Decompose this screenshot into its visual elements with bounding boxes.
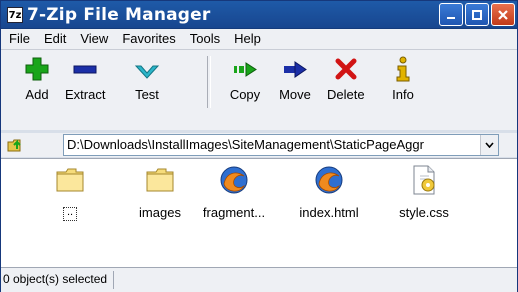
- copy-button[interactable]: Copy: [229, 50, 261, 102]
- close-icon: [498, 9, 508, 20]
- delete-x-icon: [330, 53, 362, 85]
- add-label: Add: [25, 87, 49, 102]
- selection-status: 0 object(s) selected: [3, 272, 108, 286]
- menu-view[interactable]: View: [72, 29, 114, 49]
- extract-button[interactable]: Extract: [65, 50, 105, 102]
- info-button[interactable]: Info: [387, 50, 419, 102]
- file-name: style.css: [399, 205, 449, 220]
- list-item[interactable]: fragment...: [189, 163, 279, 220]
- delete-button[interactable]: Delete: [327, 50, 365, 102]
- maximize-button[interactable]: [465, 3, 489, 26]
- minimize-icon: [447, 16, 455, 19]
- firefox-html-icon: [217, 163, 251, 197]
- menu-tools[interactable]: Tools: [182, 29, 226, 49]
- file-name: fragment...: [202, 205, 266, 220]
- path-input[interactable]: D:\Downloads\InstallImages\SiteManagemen…: [63, 134, 499, 156]
- move-arrow-icon: [279, 53, 311, 85]
- menu-edit[interactable]: Edit: [36, 29, 72, 49]
- window-title: 7-Zip File Manager: [27, 4, 211, 25]
- test-label: Test: [135, 87, 159, 102]
- folder-icon: [53, 163, 87, 197]
- minus-icon: [69, 53, 101, 85]
- chevron-down-icon: [485, 142, 494, 148]
- path-text: D:\Downloads\InstallImages\SiteManagemen…: [67, 137, 424, 152]
- css-file-icon: [407, 163, 441, 197]
- test-button[interactable]: Test: [131, 50, 163, 102]
- copy-label: Copy: [229, 87, 261, 102]
- info-label: Info: [392, 87, 414, 102]
- add-button[interactable]: Add: [21, 50, 53, 102]
- toolbar-separator: [207, 56, 211, 108]
- folder-up-icon[interactable]: [7, 137, 25, 153]
- window-controls: [439, 3, 515, 26]
- extract-label: Extract: [65, 87, 106, 102]
- menu-file[interactable]: File: [1, 29, 36, 49]
- file-name: images: [139, 205, 181, 220]
- copy-arrow-icon: [229, 53, 261, 85]
- firefox-html-icon: [312, 163, 346, 197]
- list-item[interactable]: style.css: [379, 163, 469, 220]
- delete-label: Delete: [327, 87, 365, 102]
- move-label: Move: [279, 87, 311, 102]
- list-item[interactable]: ..: [25, 163, 115, 221]
- menu-bar: File Edit View Favorites Tools Help: [1, 29, 517, 49]
- file-name: ..: [63, 207, 77, 221]
- title-bar[interactable]: 7z 7-Zip File Manager: [1, 1, 517, 29]
- close-button[interactable]: [491, 3, 515, 26]
- toolbar: Add Extract Test Copy Move Delete Info: [1, 49, 517, 130]
- plus-icon: [21, 53, 53, 85]
- folder-icon: [143, 163, 177, 197]
- status-bar: 0 object(s) selected: [1, 267, 517, 292]
- app-icon: 7z: [7, 7, 23, 23]
- maximize-icon: [472, 9, 482, 20]
- list-item[interactable]: index.html: [284, 163, 374, 220]
- file-list: .. images fragment... index.html style.c…: [1, 158, 517, 267]
- file-name: index.html: [299, 205, 359, 220]
- checkmark-icon: [131, 53, 163, 85]
- minimize-button[interactable]: [439, 3, 463, 26]
- path-dropdown-button[interactable]: [480, 135, 498, 155]
- menu-favorites[interactable]: Favorites: [114, 29, 181, 49]
- status-divider: [113, 271, 114, 289]
- info-icon: [387, 53, 419, 85]
- move-button[interactable]: Move: [279, 50, 311, 102]
- menu-help[interactable]: Help: [226, 29, 267, 49]
- app-window: 7z 7-Zip File Manager File Edit View Fav…: [0, 0, 518, 292]
- address-bar: D:\Downloads\InstallImages\SiteManagemen…: [1, 133, 517, 157]
